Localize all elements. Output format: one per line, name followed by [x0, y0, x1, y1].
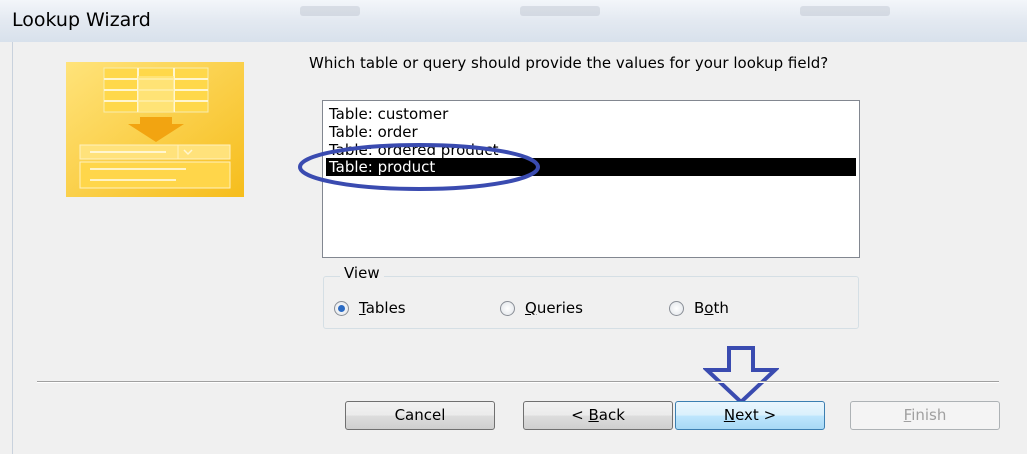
list-item-order[interactable]: Table: order — [326, 123, 856, 141]
finish-button[interactable]: Finish — [850, 401, 1000, 430]
list-item-customer[interactable]: Table: customer — [326, 105, 856, 123]
radio-label: Queries — [525, 299, 583, 317]
background-ribbon-ghost — [300, 6, 360, 16]
radio-label: Tables — [359, 299, 406, 317]
radio-label: Both — [694, 299, 729, 317]
highlight-circle-annotation — [298, 143, 540, 191]
window-title: Lookup Wizard — [12, 9, 151, 31]
down-arrow-annotation-icon — [703, 346, 779, 404]
radio-both[interactable]: Both — [669, 298, 729, 318]
radio-unchecked-icon — [669, 300, 684, 316]
next-button[interactable]: Next > — [675, 401, 825, 430]
radio-checked-icon — [334, 300, 349, 316]
radio-queries[interactable]: Queries — [500, 298, 583, 318]
background-ribbon-ghost — [800, 6, 890, 16]
title-bar: Lookup Wizard — [0, 0, 1027, 42]
back-button[interactable]: < Back — [523, 401, 673, 430]
radio-tables[interactable]: Tables — [334, 298, 406, 318]
view-group-label: View — [340, 264, 384, 282]
background-ribbon-ghost — [520, 6, 600, 16]
radio-unchecked-icon — [500, 300, 515, 316]
wizard-prompt: Which table or query should provide the … — [309, 54, 829, 72]
cancel-button[interactable]: Cancel — [345, 401, 495, 430]
footer-separator — [37, 381, 999, 383]
lookup-wizard-illustration-icon — [66, 62, 244, 197]
